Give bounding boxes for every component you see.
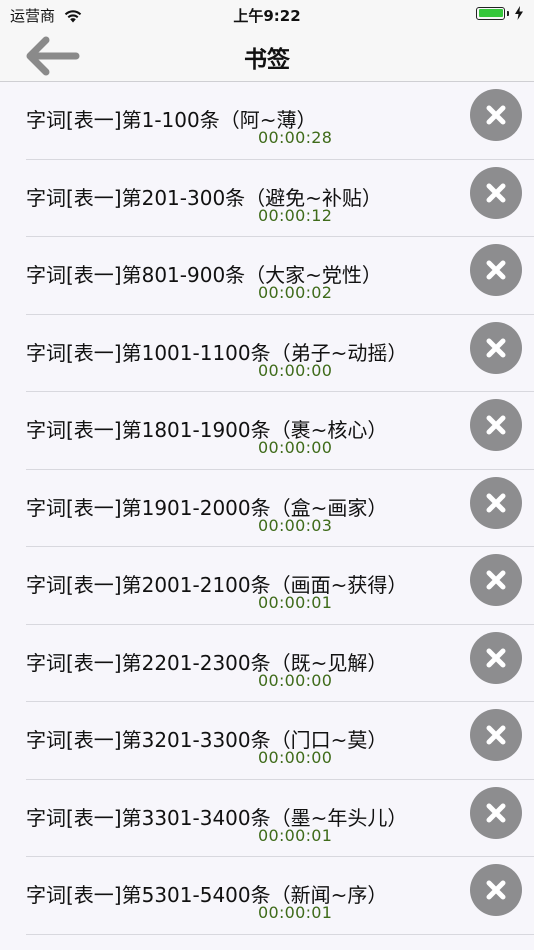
bookmark-list: 字词[表一]第1-100条（阿~薄） 00:00:28 字词[表一]第201-3…: [0, 82, 534, 935]
close-icon: [486, 803, 506, 822]
battery-icon: [476, 6, 505, 20]
status-time: 上午9:22: [233, 7, 301, 25]
bookmark-row-8[interactable]: 字词[表一]第2201-2300条（既~见解） 00:00:00: [0, 624, 534, 702]
delete-button[interactable]: [470, 476, 522, 529]
bookmark-row-9[interactable]: 字词[表一]第3201-3300条（门口~莫） 00:00:00: [0, 702, 534, 780]
delete-button[interactable]: [470, 166, 522, 219]
close-icon: [486, 105, 506, 125]
battery-cap: [507, 10, 509, 16]
bookmark-row-1[interactable]: 字词[表一]第1-100条（阿~薄） 00:00:28: [0, 82, 534, 160]
bookmark-time: 00:00:01: [258, 903, 333, 922]
delete-button[interactable]: [470, 786, 522, 839]
close-icon: [486, 415, 506, 435]
bookmark-time: 00:00:00: [258, 748, 333, 767]
bookmark-time: 00:00:12: [258, 205, 333, 225]
close-icon: [486, 570, 506, 590]
bookmark-title: 字词[表一]第1001-1100条（弟子~动摇）: [26, 340, 408, 365]
bookmark-time: 00:00:28: [258, 128, 333, 147]
bookmark-title: 字词[表一]第3201-3300条（门口~莫）: [26, 728, 388, 752]
bookmark-time: 00:00:02: [258, 283, 333, 302]
bookmark-row-7[interactable]: 字词[表一]第2001-2100条（画面~获得） 00:00:01: [0, 547, 534, 625]
close-icon: [486, 260, 506, 280]
bookmark-time: 00:00:00: [258, 360, 333, 380]
bookmark-title: 字词[表一]第5301-5400条（新闻~序）: [26, 883, 388, 907]
bookmark-row-11[interactable]: 字词[表一]第5301-5400条（新闻~序） 00:00:01: [0, 857, 534, 935]
bookmark-time: 00:00:03: [258, 515, 333, 535]
page-title: 书签: [244, 47, 290, 73]
battery-fill: [478, 9, 503, 17]
bookmark-title: 字词[表一]第1801-1900条（裹~核心）: [26, 418, 388, 442]
delete-button[interactable]: [470, 709, 522, 761]
battery-group: [476, 6, 524, 20]
bookmark-title: 字词[表一]第2201-2300条（既~见解）: [26, 650, 388, 675]
bookmark-row-4[interactable]: 字词[表一]第1001-1100条（弟子~动摇） 00:00:00: [0, 314, 534, 392]
bookmark-time: 00:00:01: [258, 825, 333, 845]
delete-button[interactable]: [470, 321, 522, 374]
bookmark-time: 00:00:00: [258, 438, 333, 457]
bookmark-time: 00:00:00: [258, 670, 333, 690]
bookmark-row-6[interactable]: 字词[表一]第1901-2000条（盒~画家） 00:00:03: [0, 469, 534, 547]
charging-bolt-icon: [515, 6, 523, 20]
bookmark-row-2[interactable]: 字词[表一]第201-300条（避免~补贴） 00:00:12: [0, 159, 534, 237]
delete-button[interactable]: [470, 864, 522, 916]
bookmark-row-5[interactable]: 字词[表一]第1801-1900条（裹~核心） 00:00:00: [0, 392, 534, 470]
delete-button[interactable]: [470, 554, 522, 606]
delete-button[interactable]: [470, 631, 522, 684]
bookmark-row-10[interactable]: 字词[表一]第3301-3400条（墨~年头儿） 00:00:01: [0, 779, 534, 857]
delete-button[interactable]: [470, 89, 522, 141]
bookmark-row-3[interactable]: 字词[表一]第801-900条（大家~党性） 00:00:02: [0, 237, 534, 315]
close-icon: [486, 648, 506, 667]
bookmark-time: 00:00:01: [258, 593, 333, 612]
close-icon: [486, 338, 506, 357]
nav-bar: 书签: [0, 28, 534, 82]
close-icon: [486, 880, 506, 900]
bookmark-title: 字词[表一]第2001-2100条（画面~获得）: [26, 573, 408, 597]
status-bar: 运营商 上午9:22: [0, 0, 534, 28]
delete-button[interactable]: [470, 399, 522, 451]
bookmark-title: 字词[表一]第3301-3400条（墨~年头儿）: [26, 805, 408, 830]
bookmark-title: 字词[表一]第1901-2000条（盒~画家）: [26, 495, 388, 520]
delete-button[interactable]: [470, 244, 522, 296]
close-icon: [486, 493, 506, 512]
close-icon: [486, 183, 506, 202]
close-icon: [486, 725, 506, 745]
